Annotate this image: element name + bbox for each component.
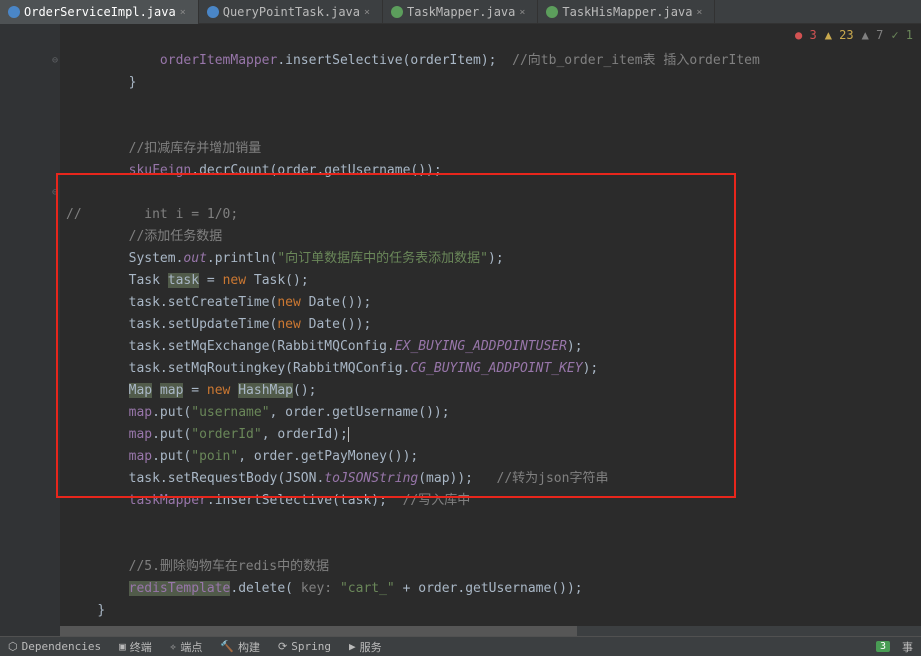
java-interface-icon xyxy=(391,6,403,18)
java-interface-icon xyxy=(546,6,558,18)
sb-build[interactable]: 🔨 构建 xyxy=(220,639,260,655)
statusbar: ⬡ Dependencies ▣ 终端 ✧ 端点 🔨 构建 ⟳ Spring ▶… xyxy=(0,636,921,656)
sb-right: 3 事 xyxy=(876,639,913,655)
java-class-icon xyxy=(207,6,219,18)
code-area[interactable]: orderItemMapper.insertSelective(orderIte… xyxy=(60,24,921,636)
gutter: ⊖ ⊖ xyxy=(0,24,60,636)
close-icon[interactable]: × xyxy=(696,7,706,17)
tab-taskmapper[interactable]: TaskMapper.java × xyxy=(383,0,538,24)
tab-label: TaskMapper.java xyxy=(407,5,515,19)
tab-querypointtask[interactable]: QueryPointTask.java × xyxy=(199,0,383,24)
tab-taskhismapper[interactable]: TaskHisMapper.java × xyxy=(538,0,715,24)
sb-spring[interactable]: ⟳ Spring xyxy=(278,640,331,653)
tab-orderserviceimpl[interactable]: OrderServiceImpl.java × xyxy=(0,0,199,24)
tab-label: TaskHisMapper.java xyxy=(562,5,692,19)
horizontal-scrollbar[interactable] xyxy=(60,626,921,636)
sb-services[interactable]: ▶ 服务 xyxy=(349,639,382,655)
editor[interactable]: ⊖ ⊖ orderItemMapper.insertSelective(orde… xyxy=(0,24,921,636)
editor-tabs: OrderServiceImpl.java × QueryPointTask.j… xyxy=(0,0,921,24)
close-icon[interactable]: × xyxy=(364,7,374,17)
sb-notification-badge[interactable]: 3 xyxy=(876,641,890,652)
java-class-icon xyxy=(8,6,20,18)
sb-endpoints[interactable]: ✧ 端点 xyxy=(170,639,203,655)
sb-dependencies[interactable]: ⬡ Dependencies xyxy=(8,640,101,653)
tab-label: QueryPointTask.java xyxy=(223,5,360,19)
tab-label: OrderServiceImpl.java xyxy=(24,5,176,19)
sb-terminal[interactable]: ▣ 终端 xyxy=(119,639,152,655)
close-icon[interactable]: × xyxy=(519,7,529,17)
sb-right-label[interactable]: 事 xyxy=(902,639,913,655)
close-icon[interactable]: × xyxy=(180,7,190,17)
scrollbar-thumb[interactable] xyxy=(60,626,577,636)
